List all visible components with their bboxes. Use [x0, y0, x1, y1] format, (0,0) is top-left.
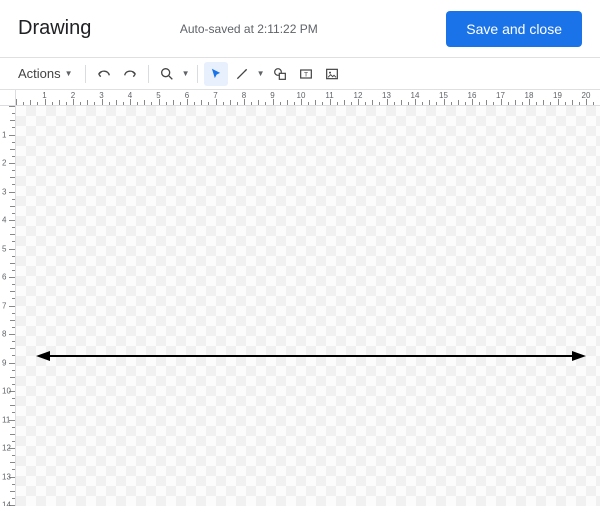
separator — [197, 65, 198, 83]
actions-label: Actions — [18, 66, 61, 81]
ruler-number: 8 — [2, 330, 6, 339]
shape-icon — [272, 66, 288, 82]
caret-down-icon: ▼ — [257, 69, 265, 78]
ruler-number: 10 — [2, 387, 11, 396]
ruler-number: 3 — [2, 187, 6, 196]
ruler-number: 20 — [582, 91, 591, 100]
ruler-corner — [0, 90, 16, 106]
ruler-number: 15 — [439, 91, 448, 100]
vertical-ruler: 1234567891011121314 — [0, 106, 16, 506]
redo-icon — [122, 66, 138, 82]
ruler-number: 18 — [525, 91, 534, 100]
ruler-number: 5 — [2, 244, 6, 253]
ruler-number: 5 — [156, 91, 160, 100]
zoom-icon — [159, 66, 175, 82]
ruler-number: 8 — [242, 91, 246, 100]
canvas-svg — [16, 106, 600, 506]
ruler-number: 19 — [553, 91, 562, 100]
arrow-head-left[interactable] — [36, 351, 50, 361]
image-icon — [324, 66, 340, 82]
actions-menu-button[interactable]: Actions ▼ — [12, 62, 79, 86]
line-tool-button[interactable] — [230, 62, 254, 86]
ruler-number: 6 — [185, 91, 189, 100]
ruler-number: 13 — [2, 472, 11, 481]
ruler-number: 12 — [354, 91, 363, 100]
ruler-number: 16 — [468, 91, 477, 100]
ruler-number: 10 — [297, 91, 306, 100]
ruler-number: 14 — [411, 91, 420, 100]
textbox-icon: T — [298, 66, 314, 82]
ruler-number: 6 — [2, 273, 6, 282]
textbox-tool-button[interactable]: T — [294, 62, 318, 86]
select-tool-button[interactable] — [204, 62, 228, 86]
ruler-number: 1 — [42, 91, 46, 100]
ruler-number: 11 — [2, 415, 10, 424]
ruler-number: 1 — [2, 130, 6, 139]
undo-button[interactable] — [92, 62, 116, 86]
ruler-number: 2 — [2, 159, 6, 168]
redo-button[interactable] — [118, 62, 142, 86]
ruler-number: 7 — [213, 91, 217, 100]
ruler-number: 7 — [2, 301, 6, 310]
undo-icon — [96, 66, 112, 82]
image-tool-button[interactable] — [320, 62, 344, 86]
ruler-number: 3 — [99, 91, 103, 100]
ruler-number: 9 — [270, 91, 274, 100]
ruler-number: 14 — [2, 501, 11, 506]
drawing-canvas[interactable] — [16, 106, 600, 506]
cursor-icon — [209, 67, 223, 81]
ruler-number: 4 — [128, 91, 132, 100]
caret-down-icon: ▼ — [182, 69, 190, 78]
ruler-number: 4 — [2, 216, 6, 225]
ruler-number: 17 — [496, 91, 505, 100]
horizontal-ruler: 123456789101112131415161718192021 — [16, 90, 600, 106]
workspace: 123456789101112131415161718192021 123456… — [0, 90, 600, 506]
zoom-button[interactable] — [155, 62, 179, 86]
ruler-number: 13 — [382, 91, 391, 100]
shape-tool-button[interactable] — [268, 62, 292, 86]
header: Drawing Auto-saved at 2:11:22 PM Save an… — [0, 0, 600, 58]
separator — [148, 65, 149, 83]
separator — [85, 65, 86, 83]
zoom-dropdown[interactable]: ▼ — [181, 62, 191, 86]
toolbar: Actions ▼ ▼ ▼ T — [0, 58, 600, 90]
ruler-number: 12 — [2, 444, 11, 453]
line-icon — [234, 66, 250, 82]
save-and-close-button[interactable]: Save and close — [446, 11, 582, 47]
arrow-head-right[interactable] — [572, 351, 586, 361]
svg-text:T: T — [304, 71, 308, 78]
ruler-number: 2 — [71, 91, 75, 100]
autosave-status: Auto-saved at 2:11:22 PM — [51, 22, 446, 36]
ruler-number: 11 — [325, 91, 333, 100]
caret-down-icon: ▼ — [65, 69, 73, 78]
ruler-number: 9 — [2, 358, 6, 367]
line-dropdown[interactable]: ▼ — [256, 62, 266, 86]
